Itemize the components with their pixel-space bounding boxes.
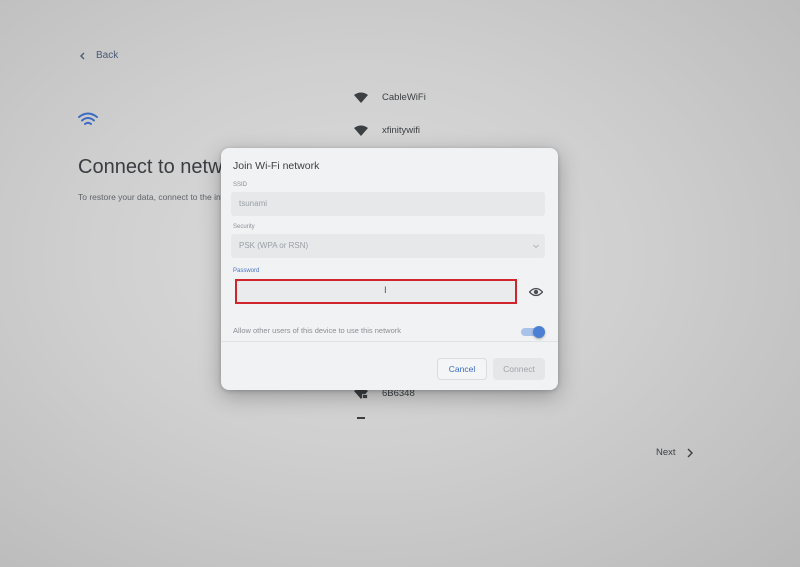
back-label: Back (96, 50, 119, 61)
next-button[interactable]: Next (650, 443, 700, 462)
network-name: xfinitywifi (382, 125, 421, 136)
dialog-divider (221, 341, 558, 342)
share-network-label: Allow other users of this device to use … (233, 326, 401, 335)
share-network-toggle[interactable] (521, 326, 545, 338)
network-item-xfinitywifi[interactable]: xfinitywifi (354, 125, 420, 136)
network-name: CableWiFi (382, 92, 426, 103)
connect-button[interactable]: Connect (493, 358, 545, 380)
chevron-right-icon (687, 448, 693, 457)
toggle-knob (533, 326, 545, 338)
page-subtitle: To restore your data, connect to the int… (78, 192, 223, 202)
password-label: Password (233, 268, 260, 274)
password-input[interactable] (235, 279, 517, 304)
security-label: Security (233, 224, 255, 230)
dialog-title: Join Wi-Fi network (233, 160, 320, 172)
network-item-cablewifi[interactable]: CableWiFi (354, 92, 426, 103)
wifi-icon (354, 92, 368, 103)
next-label: Next (656, 447, 676, 458)
wifi-icon (354, 125, 368, 136)
cancel-button[interactable]: Cancel (437, 358, 487, 380)
join-wifi-dialog: Join Wi-Fi network SSID tsunami Security… (221, 148, 558, 390)
page-title: Connect to network (78, 156, 228, 178)
text-cursor-icon: Ι (384, 286, 387, 296)
security-value: PSK (WPA or RSN) (239, 241, 309, 250)
ssid-label: SSID (233, 182, 248, 188)
eye-icon[interactable] (529, 287, 543, 297)
network-partial-icon (357, 417, 365, 419)
chevron-down-icon (533, 244, 539, 249)
network-item-partial[interactable] (354, 417, 379, 419)
arrow-left-icon (80, 52, 85, 59)
security-select[interactable]: PSK (WPA or RSN) (231, 234, 545, 258)
wifi-icon (78, 112, 98, 125)
ssid-field[interactable]: tsunami (231, 192, 545, 216)
back-button[interactable]: Back (78, 50, 118, 61)
